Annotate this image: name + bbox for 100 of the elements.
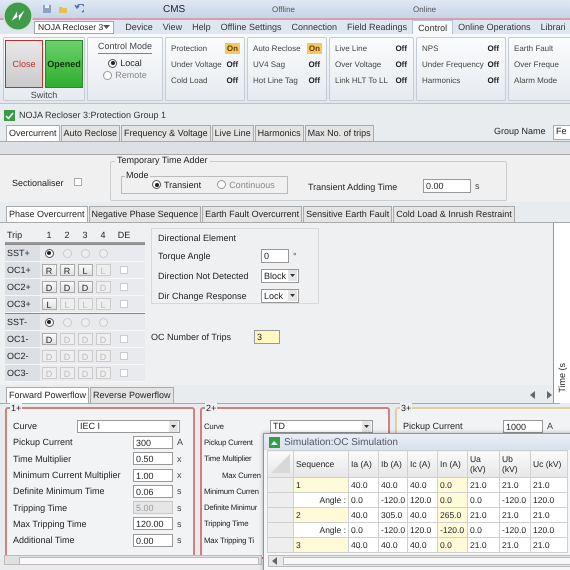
de-checkbox[interactable]: [120, 369, 128, 377]
unit-label: s: [177, 535, 182, 546]
ribbon-tab[interactable]: Online Operations: [453, 20, 536, 34]
row-header: OC2+: [6, 282, 32, 292]
table-cell: 21.0: [468, 538, 500, 552]
tab[interactable]: Auto Reclose: [60, 125, 120, 141]
table-cell: 21.0: [530, 478, 568, 492]
tab[interactable]: Earth Fault Overcurrent: [202, 206, 302, 222]
tab[interactable]: Max No. of trips: [304, 125, 374, 141]
table-cell: -120.0: [378, 492, 408, 508]
group-name-field[interactable]: Fe: [553, 125, 570, 140]
save-icon[interactable]: [42, 4, 52, 14]
input-field[interactable]: 0.50: [133, 452, 173, 466]
tab[interactable]: Reverse Powerflow: [90, 387, 174, 403]
app-logo-icon[interactable]: [3, 1, 33, 31]
dropdown[interactable]: IEC I: [77, 420, 180, 433]
window-icon: [269, 436, 280, 448]
tab[interactable]: Cold Load & Inrush Restraint: [393, 206, 515, 222]
group-name-label: Group Name: [494, 126, 546, 136]
status-value: Off: [394, 42, 408, 54]
trip-button[interactable]: D: [42, 333, 56, 345]
tab[interactable]: Forward Powerflow: [6, 387, 90, 403]
scroll-arrows-icon[interactable]: [530, 391, 552, 399]
scrollbar[interactable]: [4, 555, 262, 565]
tab[interactable]: Frequency & Voltage: [121, 125, 211, 141]
status-value: On: [224, 42, 240, 54]
input-field[interactable]: 3: [254, 330, 280, 344]
de-checkbox[interactable]: [120, 352, 128, 360]
tab[interactable]: Harmonics: [254, 125, 304, 141]
unit-label: x: [177, 454, 182, 464]
de-checkbox[interactable]: [120, 300, 128, 308]
mode-radio[interactable]: Transient: [152, 180, 202, 190]
trip-button[interactable]: D: [42, 281, 56, 293]
status-value: Off: [486, 74, 500, 86]
field-label: Max Tripping Time: [13, 518, 88, 529]
ribbon-tab[interactable]: Librari: [536, 20, 570, 34]
table-cell: -120.0: [500, 492, 530, 508]
ribbon-tab[interactable]: Connection: [286, 20, 342, 34]
ribbon-tab[interactable]: Help: [187, 20, 216, 34]
status-label: Cold Load: [171, 76, 208, 84]
field-label: Definite Minimum Time: [13, 486, 106, 496]
ribbon-tab[interactable]: Device: [120, 20, 158, 34]
check-icon: [4, 110, 15, 120]
tab[interactable]: Phase Overcurrent: [6, 206, 88, 222]
table-cell: 1: [294, 478, 348, 492]
undo-icon[interactable]: [74, 4, 84, 14]
input-field[interactable]: 0.06: [133, 484, 173, 498]
trip-button[interactable]: L: [42, 298, 56, 310]
table-cell: 120.0: [530, 492, 568, 508]
left-arrow-icon[interactable]: [272, 557, 277, 565]
tab[interactable]: Negative Phase Sequence: [88, 206, 202, 222]
trip-button[interactable]: R: [60, 264, 74, 276]
trip-radio[interactable]: [44, 248, 54, 258]
input-field[interactable]: 120.00: [133, 517, 173, 530]
status-label: Hot Line Tag: [253, 76, 298, 84]
column-header: DE: [116, 230, 132, 240]
tab[interactable]: Overcurrent: [6, 125, 60, 141]
input-field[interactable]: 1000: [503, 420, 543, 433]
table-cell: 21.0: [468, 478, 500, 492]
column-header: Uc (kV): [530, 450, 568, 478]
ribbon-tab[interactable]: Control: [412, 20, 454, 34]
field-label: Pickup Current: [13, 437, 74, 448]
panel-title: 1+: [10, 403, 22, 413]
ribbon-tab[interactable]: Offline Settings: [216, 20, 286, 34]
tab[interactable]: Live Line: [212, 125, 254, 141]
trip-button[interactable]: R: [42, 264, 56, 276]
de-checkbox[interactable]: [120, 283, 128, 291]
trip-button[interactable]: D: [78, 281, 92, 293]
scrollbar[interactable]: [268, 555, 570, 567]
input-field[interactable]: 0.00: [423, 178, 471, 192]
dropdown[interactable]: Block: [261, 268, 299, 282]
sectionaliser-checkbox[interactable]: [74, 178, 82, 186]
dropdown[interactable]: Lock: [261, 288, 299, 302]
folder-icon[interactable]: [58, 4, 68, 14]
status-label: Harmonics: [422, 76, 460, 84]
input-field[interactable]: 0.00: [133, 534, 173, 547]
ribbon-tab[interactable]: View: [158, 20, 188, 34]
group-label: Switch: [30, 90, 58, 100]
trip-button[interactable]: L: [78, 264, 92, 276]
ribbon-tab[interactable]: Field Readings: [342, 20, 412, 34]
device-combo[interactable]: NOJA Recloser 3: [34, 20, 114, 34]
status-label: Over Voltage: [335, 60, 382, 68]
switch-button[interactable]: Opened: [45, 40, 83, 88]
de-checkbox[interactable]: [120, 335, 128, 343]
field-label: Tripping Time: [13, 502, 68, 513]
context-label: Offline: [272, 5, 295, 14]
tab[interactable]: Sensitive Earth Fault: [303, 206, 392, 222]
column-header: Ua (kV): [468, 450, 500, 478]
mode-radio[interactable]: Local: [108, 58, 142, 68]
de-checkbox[interactable]: [120, 266, 128, 274]
status-label: Over Freque: [514, 60, 559, 68]
input-field[interactable]: 1.00: [133, 468, 173, 482]
field-label: Torque Angle: [158, 250, 212, 260]
trip-radio[interactable]: [44, 318, 54, 326]
dropdown[interactable]: TD: [270, 420, 373, 433]
trip-button[interactable]: D: [60, 281, 74, 293]
switch-button[interactable]: Close: [5, 40, 43, 88]
input-field[interactable]: 0: [261, 248, 289, 262]
status-value: Off: [307, 74, 321, 86]
input-field[interactable]: 300: [133, 436, 173, 449]
